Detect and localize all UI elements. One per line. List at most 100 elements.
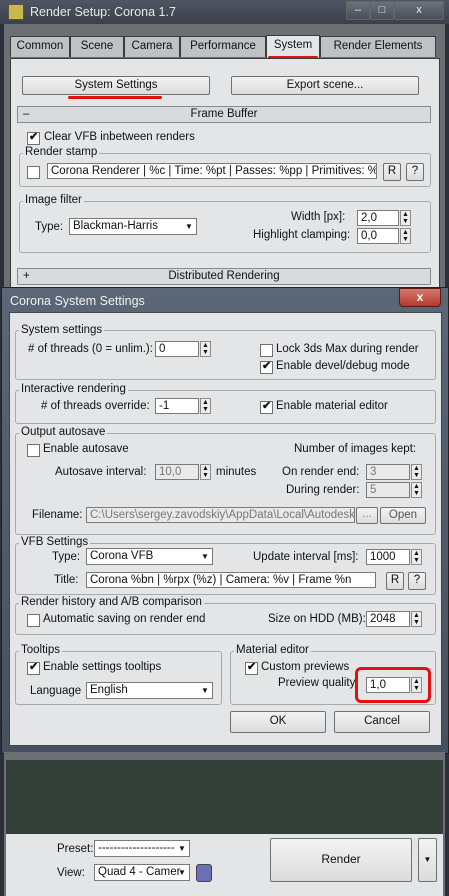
app-icon [8, 4, 24, 20]
update-interval-input[interactable]: 1000 [366, 549, 410, 565]
preset-dropdown[interactable]: -------------------- ▼ [94, 840, 190, 857]
threads-override-input[interactable]: -1 [155, 398, 199, 414]
system-settings-label: System settings [19, 324, 105, 336]
material-editor-checkbox[interactable]: ✔ [260, 400, 273, 414]
vfb-type-dropdown[interactable]: Corona VFB ▼ [86, 548, 213, 565]
filter-type-value: Blackman-Harris [73, 220, 158, 232]
during-render-spinner[interactable]: ▲ ▼ [411, 482, 422, 498]
auto-save-history-checkbox[interactable] [27, 614, 40, 627]
threads-spinner[interactable]: ▲ ▼ [200, 341, 211, 357]
during-render-label: During render: [286, 484, 360, 496]
on-render-end-input[interactable]: 3 [366, 464, 410, 480]
filter-type-label: Type: [35, 221, 64, 233]
vfb-settings-label: VFB Settings [19, 536, 91, 548]
update-interval-label: Update interval [ms]: [253, 551, 359, 563]
tab-common[interactable]: Common [10, 36, 70, 57]
enable-autosave-label: Enable autosave [43, 443, 129, 455]
devel-mode-checkbox[interactable]: ✔ [260, 360, 273, 374]
size-on-hdd-spinner[interactable]: ▲ ▼ [411, 611, 422, 627]
window-title: Render Setup: Corona 1.7 [30, 5, 176, 19]
vfb-title-label: Title: [54, 574, 79, 586]
lock-3dsmax-label: Lock 3ds Max during render [276, 343, 419, 355]
filename-input[interactable]: C:\Users\sergey.zavodskiy\AppData\Local\… [86, 507, 355, 523]
view-dropdown[interactable]: Quad 4 - Camer ▼ [94, 864, 190, 881]
minimize-button[interactable]: – [346, 1, 370, 20]
render-stamp-label: Render stamp [23, 146, 100, 158]
window-title-bar: Render Setup: Corona 1.7 – □ x [0, 0, 449, 24]
window-close-button[interactable]: x [394, 1, 444, 20]
ok-button[interactable]: OK [230, 711, 326, 733]
browse-button[interactable]: ... [356, 507, 378, 524]
render-stamp-help-button[interactable]: ? [406, 163, 424, 181]
check-mark-icon: ✔ [29, 131, 39, 143]
output-autosave-label: Output autosave [19, 426, 108, 438]
autosave-interval-spinner[interactable]: ▲ ▼ [200, 464, 211, 480]
threads-input[interactable]: 0 [155, 341, 199, 357]
width-label: Width [px]: [291, 211, 346, 223]
during-render-input[interactable]: 5 [366, 482, 410, 498]
minutes-label: minutes [216, 466, 257, 478]
chevron-down-icon: ▼ [201, 686, 209, 695]
open-button[interactable]: Open [380, 507, 426, 524]
render-stamp-r-button[interactable]: R [383, 163, 401, 181]
language-label: Language [30, 685, 82, 697]
render-stamp-input[interactable]: Corona Renderer | %c | Time: %pt | Passe… [47, 163, 377, 179]
enable-autosave-checkbox[interactable] [27, 444, 40, 457]
lock-view-icon[interactable] [196, 864, 212, 882]
distributed-rendering-rollout[interactable]: + Distributed Rendering [17, 268, 431, 285]
tab-scene[interactable]: Scene [70, 36, 124, 57]
language-dropdown[interactable]: English ▼ [86, 682, 213, 699]
custom-previews-checkbox[interactable]: ✔ [245, 661, 258, 675]
filename-label: Filename: [32, 509, 83, 521]
viewport-backdrop [6, 760, 443, 834]
threads-label: # of threads (0 = unlim.): [28, 343, 153, 355]
width-spinner[interactable]: ▲ ▼ [400, 210, 411, 226]
system-settings-group [15, 330, 436, 380]
tab-performance[interactable]: Performance [180, 36, 266, 57]
tab-camera[interactable]: Camera [124, 36, 180, 57]
export-scene-button[interactable]: Export scene... [231, 76, 419, 95]
annotation-underline-button [68, 96, 162, 99]
vfb-title-r-button[interactable]: R [386, 572, 404, 590]
render-button[interactable]: Render [270, 838, 412, 882]
check-mark-icon: ✔ [247, 661, 257, 673]
system-settings-button[interactable]: System Settings [22, 76, 210, 95]
enable-tooltips-checkbox[interactable]: ✔ [27, 661, 40, 675]
annotation-highlight-box [355, 667, 431, 703]
chevron-down-icon: ▼ [178, 868, 186, 877]
view-label: View: [57, 867, 85, 879]
cancel-button[interactable]: Cancel [334, 711, 430, 733]
tab-bar: Common Scene Camera Performance System R… [10, 35, 436, 58]
preset-label: Preset: [57, 843, 94, 855]
system-tab-body: System Settings Export scene... – Frame … [10, 58, 440, 290]
highlight-clamping-spinner[interactable]: ▲ ▼ [400, 228, 411, 244]
dialog-close-button[interactable]: x [399, 288, 441, 307]
check-mark-icon: ✔ [262, 400, 272, 412]
on-render-end-spinner[interactable]: ▲ ▼ [411, 464, 422, 480]
interactive-rendering-label: Interactive rendering [19, 383, 128, 395]
image-filter-label: Image filter [23, 194, 84, 206]
tab-system[interactable]: System [266, 35, 320, 58]
preset-value: -------------------- [98, 842, 175, 854]
rollout-title: Distributed Rendering [168, 270, 280, 282]
filter-type-dropdown[interactable]: Blackman-Harris ▼ [69, 218, 197, 235]
frame-buffer-rollout[interactable]: – Frame Buffer [17, 106, 431, 123]
tab-render-elements[interactable]: Render Elements [320, 36, 436, 57]
update-interval-spinner[interactable]: ▲ ▼ [411, 549, 422, 565]
rollout-title: Frame Buffer [190, 108, 258, 120]
render-stamp-checkbox[interactable] [27, 166, 40, 179]
view-value: Quad 4 - Camer [98, 866, 181, 878]
clear-vfb-checkbox[interactable]: ✔ [27, 131, 40, 145]
lock-3dsmax-checkbox[interactable] [260, 344, 273, 357]
highlight-clamping-input[interactable]: 0,0 [357, 228, 399, 244]
render-options-button[interactable]: ▼ [418, 838, 437, 882]
vfb-title-help-button[interactable]: ? [408, 572, 426, 590]
vfb-title-input[interactable]: Corona %bn | %rpx (%z) | Camera: %v | Fr… [86, 572, 376, 588]
autosave-interval-input[interactable]: 10,0 [155, 464, 199, 480]
threads-override-spinner[interactable]: ▲ ▼ [200, 398, 211, 414]
check-mark-icon: ✔ [262, 360, 272, 372]
maximize-button[interactable]: □ [370, 1, 394, 20]
corona-system-settings-dialog: Corona System Settings x System settings… [1, 287, 449, 754]
width-input[interactable]: 2,0 [357, 210, 399, 226]
size-on-hdd-input[interactable]: 2048 [366, 611, 410, 627]
